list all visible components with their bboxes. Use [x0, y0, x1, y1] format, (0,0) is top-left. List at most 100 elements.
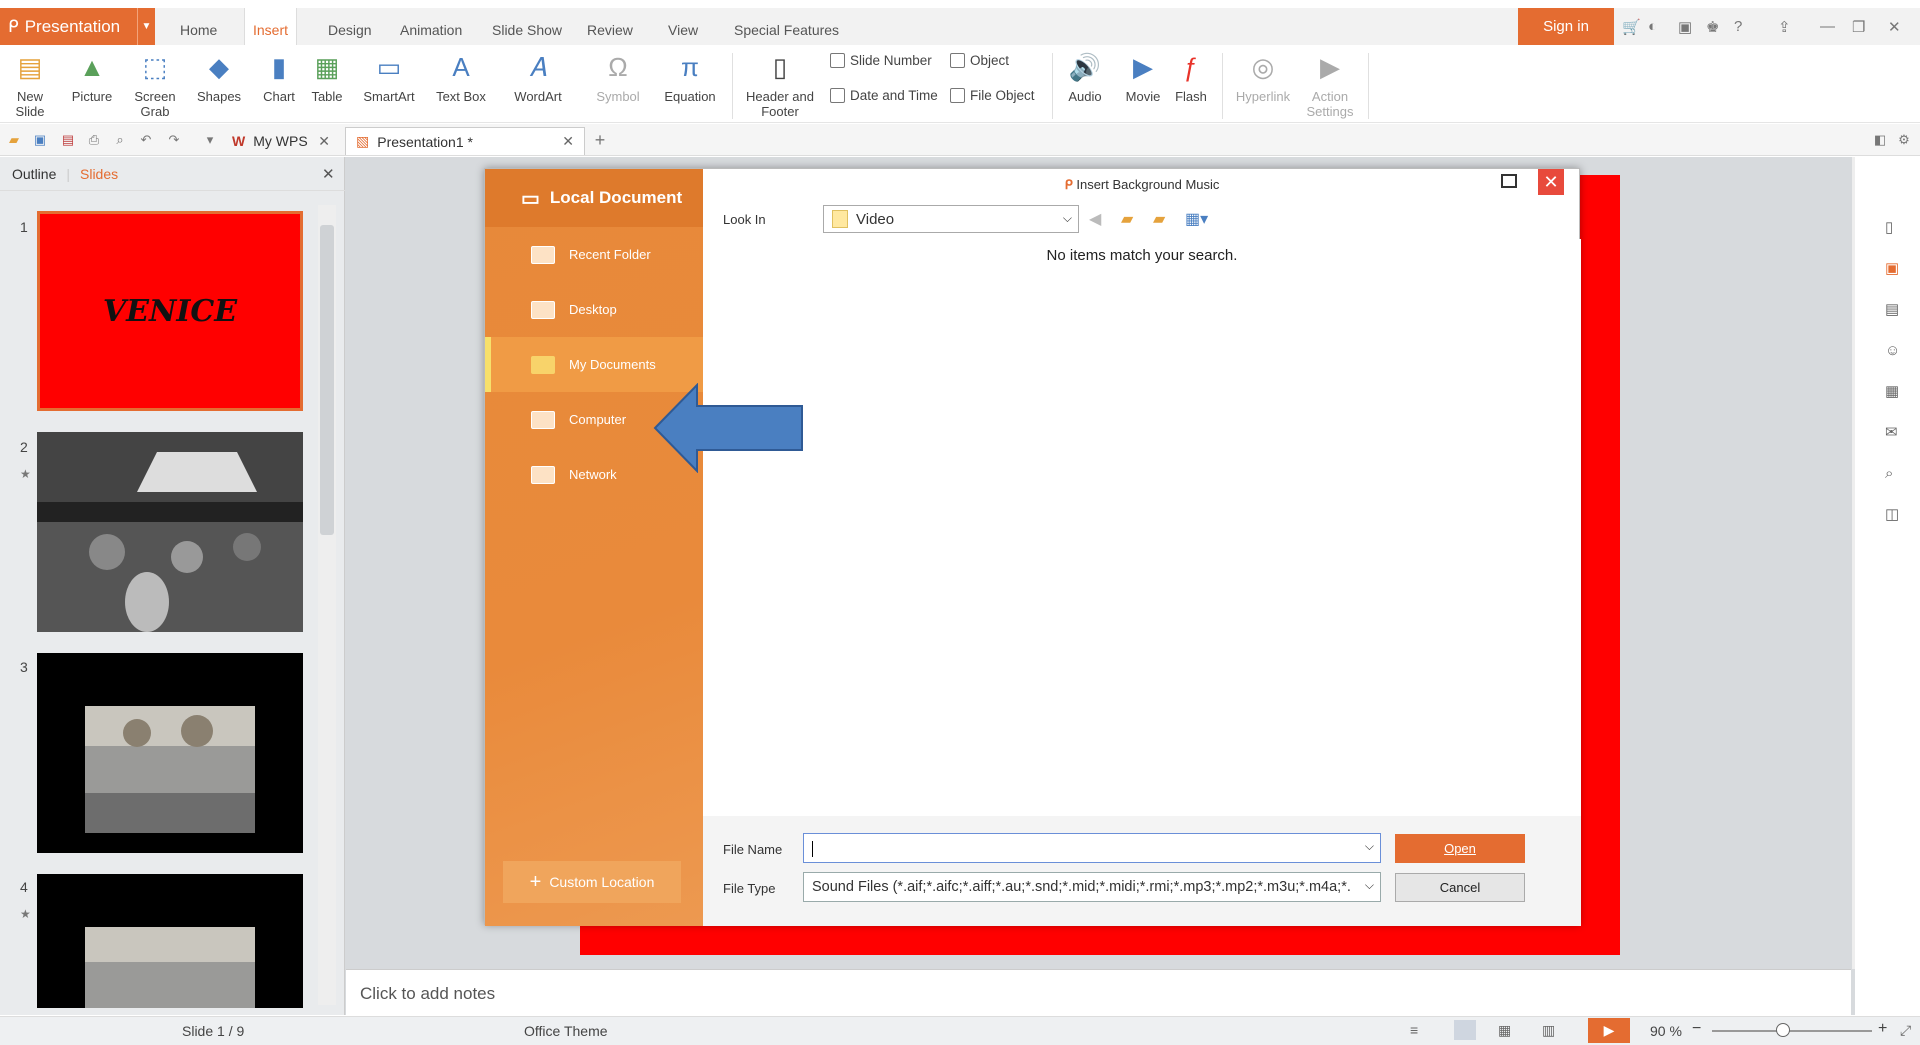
notes-toggle-icon[interactable]: ≡: [1410, 1022, 1418, 1038]
settings-icon[interactable]: ⚙: [1896, 132, 1912, 148]
screen-grab-button[interactable]: ⬚ Screen Grab: [130, 51, 180, 120]
notes-area[interactable]: Click to add notes: [346, 969, 1851, 1015]
tab-review[interactable]: Review: [579, 8, 641, 45]
action-settings-button[interactable]: ▶ Action Settings: [1300, 51, 1360, 120]
slide-thumbnail-2[interactable]: [37, 432, 303, 632]
play-slideshow-button[interactable]: ▶: [1588, 1018, 1630, 1043]
tab-design[interactable]: Design: [320, 8, 380, 45]
nav-recent-folder[interactable]: Recent Folder: [485, 227, 703, 282]
back-icon[interactable]: ◀: [1089, 209, 1101, 229]
flash-button[interactable]: ƒ Flash: [1170, 51, 1212, 105]
scroll-thumb[interactable]: [320, 225, 334, 535]
sign-in-button[interactable]: Sign in: [1518, 8, 1614, 45]
tab-my-wps[interactable]: W My WPS ✕: [222, 127, 340, 155]
close-tab-icon[interactable]: ✕: [318, 133, 330, 150]
normal-view-icon[interactable]: [1454, 1020, 1476, 1040]
zoom-slider-handle[interactable]: [1776, 1023, 1790, 1037]
look-in-dropdown[interactable]: Video ⌵: [823, 205, 1079, 233]
customize-dropdown-icon[interactable]: ▾: [202, 132, 218, 148]
print-preview-icon[interactable]: ⌕: [112, 132, 128, 148]
document-icon[interactable]: ▯: [1885, 207, 1900, 248]
share-icon[interactable]: ⇪: [1778, 18, 1791, 36]
tab-special-features[interactable]: Special Features: [726, 8, 847, 45]
new-tab-icon[interactable]: +: [592, 130, 608, 150]
slide-design-icon[interactable]: ▣: [1885, 248, 1900, 289]
chevron-down-icon[interactable]: ▼: [137, 8, 155, 45]
tab-home[interactable]: Home: [172, 8, 225, 45]
movie-button[interactable]: ▶ Movie: [1120, 51, 1166, 105]
equation-button[interactable]: π Equation: [660, 51, 720, 105]
app-menu-button[interactable]: ᑭ Presentation ▼: [0, 8, 155, 45]
tab-presentation1[interactable]: ▧ Presentation1 * ✕: [345, 127, 585, 155]
tab-slides[interactable]: Slides: [80, 166, 118, 182]
open-folder-icon[interactable]: ▰: [6, 132, 22, 148]
minimize-icon[interactable]: —: [1820, 18, 1835, 35]
object-button[interactable]: Object: [950, 53, 1009, 68]
tab-outline[interactable]: Outline: [12, 166, 56, 182]
people-icon[interactable]: ☺: [1885, 330, 1900, 371]
slide-thumbnail-3[interactable]: [37, 653, 303, 853]
zoom-slider[interactable]: [1712, 1030, 1872, 1032]
tab-slide-show[interactable]: Slide Show: [484, 8, 570, 45]
up-folder-icon[interactable]: ▰: [1121, 209, 1133, 229]
file-type-dropdown[interactable]: Sound Files (*.aif;*.aifc;*.aiff;*.au;*.…: [803, 872, 1381, 902]
comment-icon[interactable]: ✉: [1885, 412, 1900, 453]
help-icon[interactable]: ?: [1734, 18, 1742, 35]
maximize-icon[interactable]: [1501, 174, 1517, 188]
restore-icon[interactable]: ❐: [1852, 18, 1865, 36]
slide-sorter-icon[interactable]: ▦: [1498, 1022, 1511, 1039]
shapes-button[interactable]: ◆ Shapes: [190, 51, 248, 105]
symbol-button[interactable]: Ω Symbol: [588, 51, 648, 105]
chevron-down-icon[interactable]: ⌵: [1365, 839, 1374, 854]
export-pdf-icon[interactable]: ▤: [60, 132, 76, 148]
template-icon[interactable]: ▦: [1885, 371, 1900, 412]
panel-toggle-icon[interactable]: ◧: [1872, 132, 1888, 148]
cart-icon[interactable]: 🛒: [1622, 18, 1641, 36]
new-slide-button[interactable]: ▤ New Slide: [8, 51, 52, 120]
tab-view[interactable]: View: [660, 8, 706, 45]
new-folder-icon[interactable]: ▰: [1153, 209, 1165, 229]
undo-icon[interactable]: ↶: [138, 132, 154, 148]
file-name-input[interactable]: ⌵: [803, 833, 1381, 863]
file-list[interactable]: No items match your search.: [703, 239, 1581, 849]
save-cloud-icon[interactable]: ▣: [1678, 18, 1692, 36]
file-object-button[interactable]: File Object: [950, 88, 1035, 103]
tab-insert[interactable]: Insert: [244, 8, 298, 45]
wordart-button[interactable]: 𝐴 WordArt: [505, 51, 571, 105]
cancel-button[interactable]: Cancel: [1395, 873, 1525, 902]
hyperlink-button[interactable]: ◎ Hyperlink: [1228, 51, 1298, 105]
save-icon[interactable]: ▣: [32, 132, 48, 148]
skin-icon[interactable]: ◐: [1648, 18, 1657, 35]
shirt-icon[interactable]: ♚: [1706, 18, 1719, 36]
table-button[interactable]: ▦ Table: [304, 51, 350, 105]
close-tab-icon[interactable]: ✕: [562, 133, 574, 150]
nav-desktop[interactable]: Desktop: [485, 282, 703, 337]
zoom-in-icon[interactable]: +: [1878, 1020, 1887, 1038]
audio-button[interactable]: 🔊 Audio: [1060, 51, 1110, 105]
redo-icon[interactable]: ↷: [166, 132, 182, 148]
open-button[interactable]: Open: [1395, 834, 1525, 863]
close-window-icon[interactable]: ✕: [1888, 18, 1901, 36]
slide-thumbnail-1[interactable]: VENICE: [37, 211, 303, 411]
reading-view-icon[interactable]: ▥: [1542, 1022, 1555, 1039]
header-footer-button[interactable]: ▯ Header and Footer: [740, 51, 820, 120]
slides-scrollbar[interactable]: [318, 205, 336, 1005]
view-menu-icon[interactable]: ▦▾: [1185, 209, 1208, 229]
picture-button[interactable]: ▲ Picture: [64, 51, 120, 105]
search-doc-icon[interactable]: ⌕: [1885, 453, 1900, 494]
smartart-button[interactable]: ▭ SmartArt: [360, 51, 418, 105]
backup-icon[interactable]: ◫: [1885, 494, 1900, 535]
zoom-out-icon[interactable]: −: [1692, 1020, 1701, 1038]
print-icon[interactable]: ⎙: [86, 132, 102, 148]
text-box-button[interactable]: A Text Box: [430, 51, 492, 105]
slide-number-button[interactable]: Slide Number: [830, 53, 932, 68]
layout-icon[interactable]: ▤: [1885, 289, 1900, 330]
close-dialog-button[interactable]: ✕: [1538, 169, 1564, 195]
close-panel-icon[interactable]: ✕: [322, 165, 335, 183]
slide-thumbnail-4[interactable]: [37, 874, 303, 1008]
custom-location-button[interactable]: + Custom Location: [503, 861, 681, 903]
tab-animation[interactable]: Animation: [392, 8, 470, 45]
fit-window-icon[interactable]: ⤢: [1900, 1022, 1911, 1039]
date-time-button[interactable]: Date and Time: [830, 88, 938, 103]
chart-button[interactable]: ▮ Chart: [258, 51, 300, 105]
